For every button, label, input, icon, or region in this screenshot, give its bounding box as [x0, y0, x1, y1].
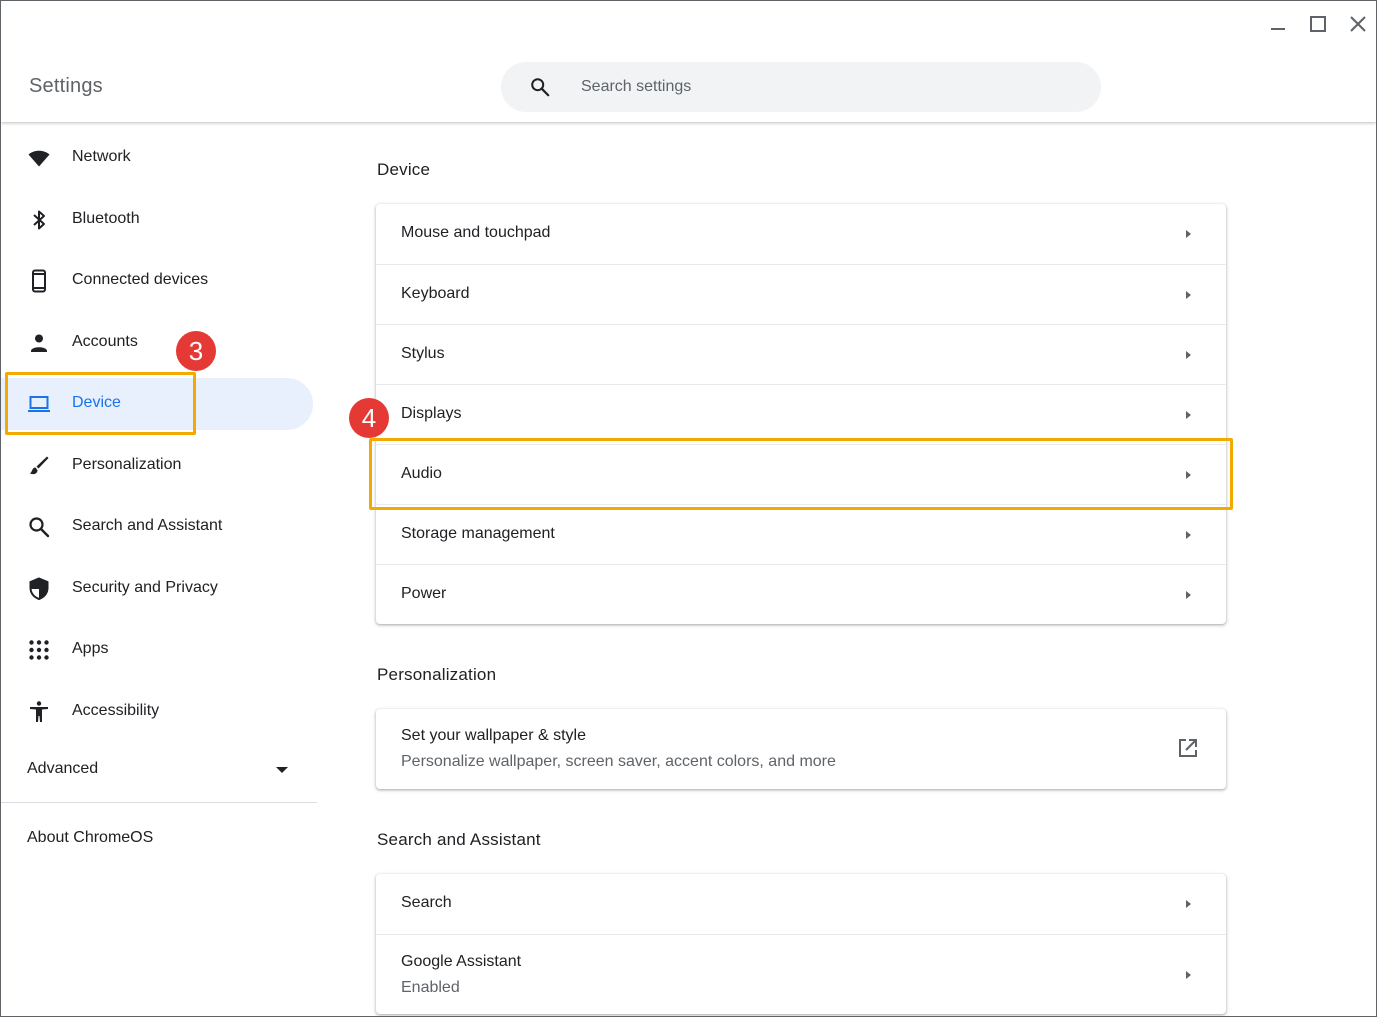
sidebar-item-label: Apps [72, 640, 109, 657]
section-title-device: Device [377, 160, 431, 179]
about-chromeos-link[interactable]: About ChromeOS [27, 829, 153, 847]
phone-icon [32, 269, 46, 293]
row-sublabel: Enabled [401, 979, 460, 996]
search-icon [531, 78, 550, 97]
open-in-new-icon [1179, 739, 1197, 757]
highlight-audio [369, 438, 1233, 510]
chevron-right-icon [1186, 900, 1191, 908]
search-input[interactable] [581, 72, 1061, 102]
search-assistant-card: Search Google Assistant Enabled [376, 874, 1226, 1014]
sidebar-item-label: Security and Privacy [72, 579, 218, 596]
row-search[interactable]: Search [376, 874, 1226, 934]
sidebar-item-label: Connected devices [72, 271, 209, 288]
highlight-device [5, 372, 196, 435]
brush-icon [30, 456, 49, 475]
row-sublabel: Personalize wallpaper, screen saver, acc… [401, 753, 836, 770]
sidebar-item-search-and-assistant[interactable]: Search and Assistant [1, 501, 313, 553]
row-displays[interactable]: Displays [376, 384, 1226, 444]
accessibility-icon [30, 701, 48, 722]
apps-grid-icon [29, 640, 49, 660]
wifi-icon [28, 150, 50, 167]
sidebar-item-network[interactable]: Network [1, 132, 313, 184]
row-stylus[interactable]: Stylus [376, 324, 1226, 384]
chevron-right-icon [1186, 291, 1191, 299]
bluetooth-icon [33, 210, 45, 230]
sidebar-item-security-and-privacy[interactable]: Security and Privacy [1, 563, 313, 615]
shield-icon [29, 577, 49, 601]
step-badge-3: 3 [176, 331, 216, 371]
chevron-right-icon [1186, 351, 1191, 359]
sidebar-item-apps[interactable]: Apps [1, 624, 313, 676]
settings-window: Settings Network [0, 0, 1377, 1017]
row-keyboard[interactable]: Keyboard [376, 264, 1226, 324]
sidebar: Network Bluetooth Connected devices Acco… [1, 123, 317, 1016]
close-icon[interactable] [1345, 11, 1371, 37]
row-label: Mouse and touchpad [401, 224, 551, 241]
row-label: Storage management [401, 525, 555, 542]
maximize-icon[interactable] [1305, 11, 1331, 37]
sidebar-item-accounts[interactable]: Accounts [1, 317, 313, 369]
sidebar-item-bluetooth[interactable]: Bluetooth [1, 194, 313, 246]
chevron-right-icon [1186, 411, 1191, 419]
sidebar-item-personalization[interactable]: Personalization [1, 440, 313, 492]
sidebar-item-label: Accessibility [72, 702, 160, 719]
sidebar-item-label: Accounts [72, 333, 138, 350]
device-card: Mouse and touchpad Keyboard Stylus Displ… [376, 204, 1226, 624]
sidebar-item-label: Network [72, 148, 131, 165]
step-badge-4: 4 [349, 398, 389, 438]
sidebar-item-accessibility[interactable]: Accessibility [1, 686, 313, 738]
advanced-toggle[interactable]: Advanced [27, 760, 98, 778]
row-label: Keyboard [401, 285, 470, 302]
minimize-icon[interactable] [1265, 11, 1291, 37]
row-label: Google Assistant [401, 953, 522, 970]
chevron-right-icon [1186, 971, 1191, 979]
row-label: Stylus [401, 345, 445, 362]
caret-down-icon[interactable] [273, 763, 291, 777]
person-icon [31, 334, 47, 352]
search-box[interactable] [501, 62, 1101, 112]
row-label: Set your wallpaper & style [401, 727, 586, 744]
row-storage-management[interactable]: Storage management [376, 504, 1226, 564]
row-wallpaper-and-style[interactable]: Set your wallpaper & style Personalize w… [376, 709, 1226, 789]
row-power[interactable]: Power [376, 564, 1226, 624]
section-title-search-and-assistant: Search and Assistant [377, 830, 541, 849]
sidebar-item-connected-devices[interactable]: Connected devices [1, 255, 313, 307]
sidebar-divider [1, 802, 317, 803]
row-label: Power [401, 585, 447, 602]
row-label: Search [401, 894, 452, 911]
chevron-right-icon [1186, 591, 1191, 599]
sidebar-item-label: Search and Assistant [72, 517, 223, 534]
row-label: Displays [401, 405, 462, 422]
chevron-right-icon [1186, 531, 1191, 539]
personalization-card: Set your wallpaper & style Personalize w… [376, 709, 1226, 789]
header: Settings [1, 1, 1376, 122]
section-title-personalization: Personalization [377, 665, 497, 684]
sidebar-item-label: Personalization [72, 456, 182, 473]
row-mouse-and-touchpad[interactable]: Mouse and touchpad [376, 204, 1226, 264]
app-title: Settings [29, 75, 103, 97]
chevron-right-icon [1186, 230, 1191, 238]
search-icon [29, 517, 50, 538]
row-google-assistant[interactable]: Google Assistant Enabled [376, 934, 1226, 1014]
sidebar-item-label: Bluetooth [72, 210, 140, 227]
